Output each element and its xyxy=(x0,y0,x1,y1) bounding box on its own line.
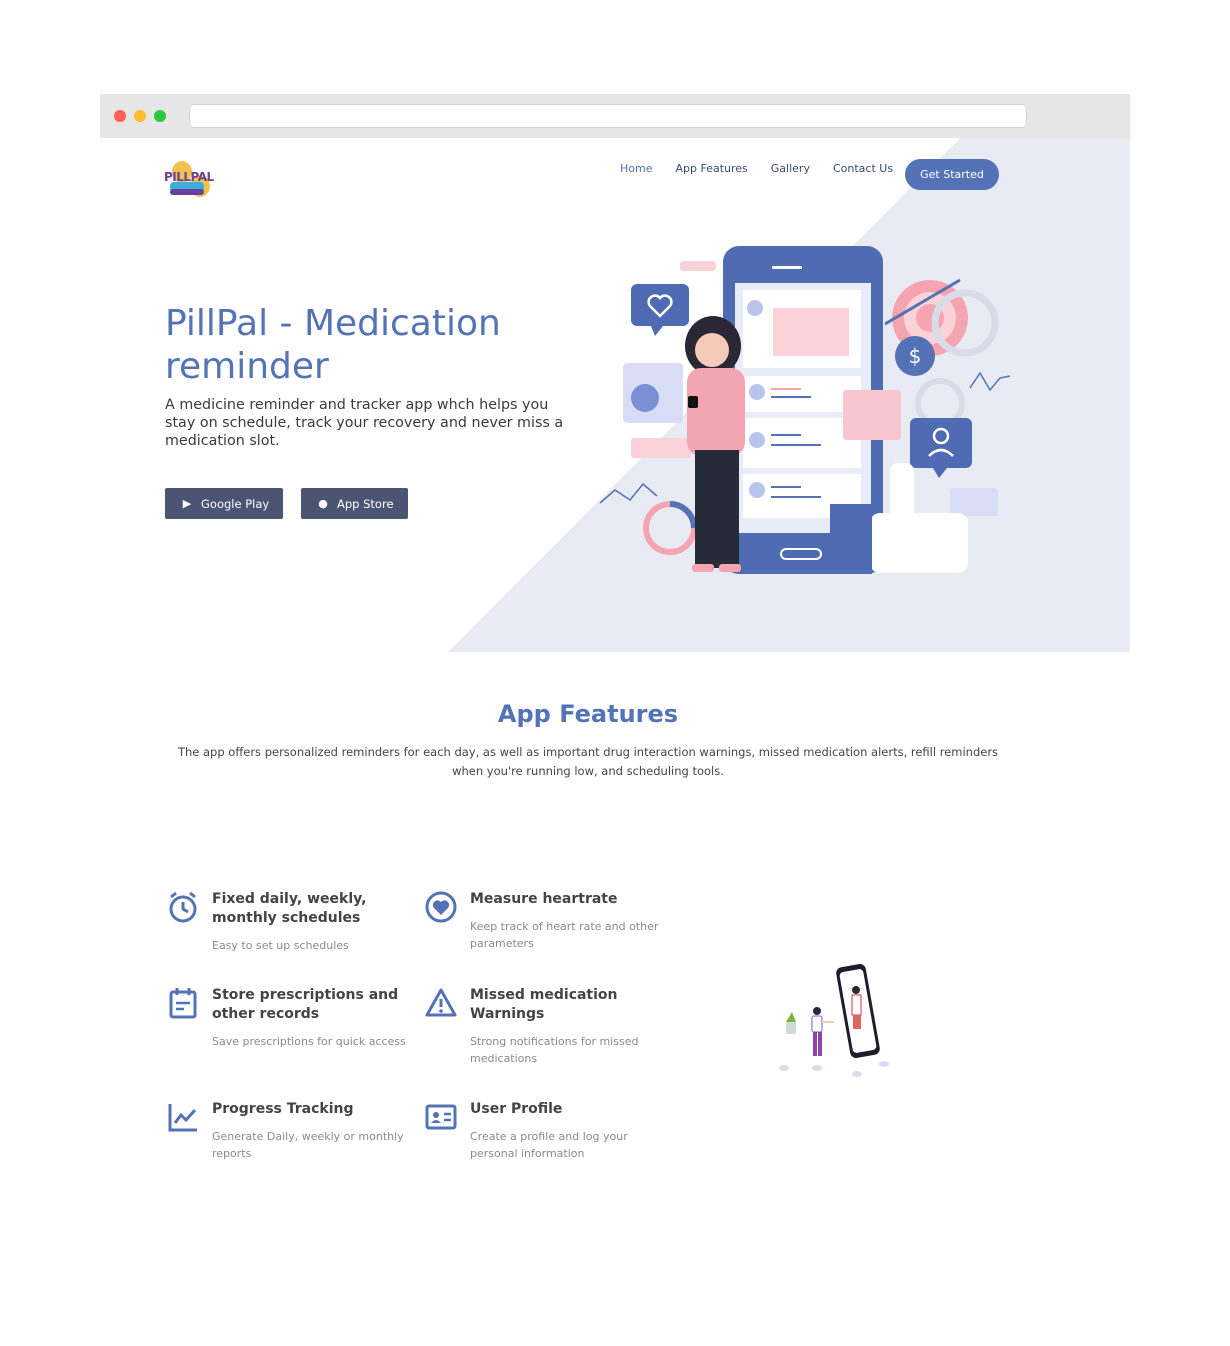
doctor-phone-illustration xyxy=(779,964,889,1077)
feature-text: Save prescriptions for quick access xyxy=(212,1035,406,1048)
heart-icon xyxy=(425,891,457,923)
feature-text: Easy to set up schedules xyxy=(212,939,349,952)
features-description: The app offers personalized reminders fo… xyxy=(177,745,999,778)
logo[interactable]: PILLPAL xyxy=(164,156,220,200)
app-store-label: App Store xyxy=(337,496,394,511)
feature-text: Strong notifications for missed medicati… xyxy=(470,1035,639,1065)
feature-title: Store prescriptions and other records xyxy=(212,987,399,1022)
nav-app-features[interactable]: App Features xyxy=(675,162,747,175)
logo-text: PILLPAL xyxy=(164,170,214,184)
feature-text: Keep track of heart rate and other param… xyxy=(470,920,659,950)
warning-icon xyxy=(425,988,457,1017)
nav-gallery[interactable]: Gallery xyxy=(771,162,810,175)
app-store-button[interactable]: ● App Store xyxy=(301,488,408,519)
feature-title: Measure heartrate xyxy=(470,891,618,907)
svg-text:$: $ xyxy=(909,344,922,368)
hero-title: PillPal - Medication reminder xyxy=(165,303,501,387)
nav-home[interactable]: Home xyxy=(620,162,652,175)
alarm-clock-icon xyxy=(169,891,197,923)
google-play-label: Google Play xyxy=(201,496,270,511)
apple-icon: ● xyxy=(318,497,328,510)
close-window-dot[interactable] xyxy=(114,110,126,122)
browser-chrome xyxy=(100,94,1130,138)
maximize-window-dot[interactable] xyxy=(154,110,166,122)
chart-line-icon xyxy=(168,1104,197,1132)
feature-title: Progress Tracking xyxy=(212,1101,354,1117)
feature-title: Fixed daily, weekly, monthly schedules xyxy=(212,891,367,926)
nav-contact-us[interactable]: Contact Us xyxy=(833,162,893,175)
minimize-window-dot[interactable] xyxy=(134,110,146,122)
play-store-icon: ▶ xyxy=(182,497,192,510)
address-bar[interactable] xyxy=(189,104,1027,128)
feature-text: Generate Daily, weekly or monthly report… xyxy=(212,1130,404,1160)
id-card-icon xyxy=(425,1104,457,1130)
phone-reminder-illustration: $ xyxy=(599,246,1011,574)
feature-title: Missed medication Warnings xyxy=(470,987,618,1022)
web-page: PILLPAL Home App Features Gallery Contac… xyxy=(100,138,1130,1254)
feature-text: Create a profile and log your personal i… xyxy=(470,1130,628,1160)
calendar-icon xyxy=(169,988,197,1019)
get-started-button[interactable]: Get Started xyxy=(905,159,999,190)
browser-window: PILLPAL Home App Features Gallery Contac… xyxy=(100,94,1130,1254)
main-nav: Home App Features Gallery Contact Us xyxy=(620,162,916,175)
hero-section: PILLPAL Home App Features Gallery Contac… xyxy=(100,138,1130,652)
hero-description: A medicine reminder and tracker app whch… xyxy=(165,397,564,449)
features-title: App Features xyxy=(497,700,679,728)
google-play-button[interactable]: ▶ Google Play xyxy=(165,488,283,519)
feature-title: User Profile xyxy=(470,1101,563,1117)
